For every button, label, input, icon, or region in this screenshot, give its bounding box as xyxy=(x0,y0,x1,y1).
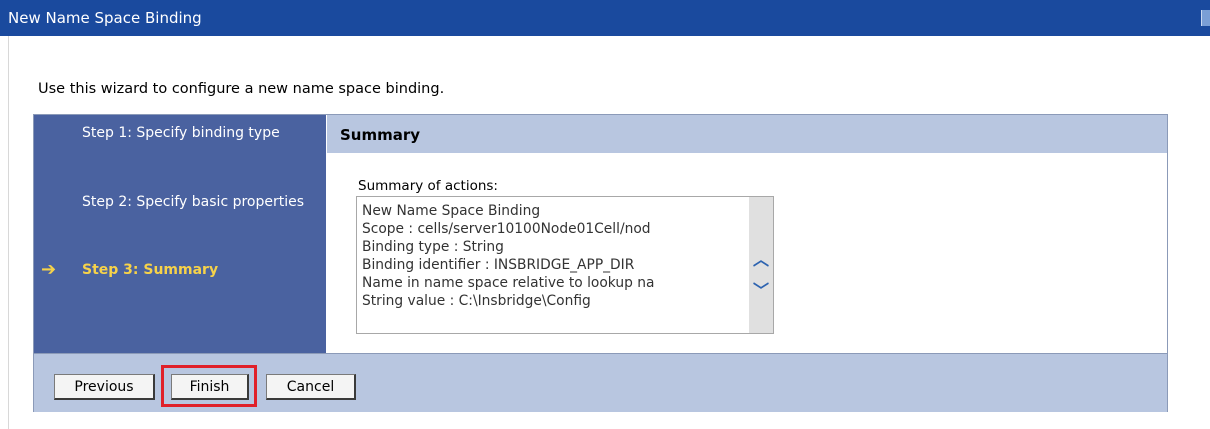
summary-line: Binding identifier : INSBRIDGE_APP_DIR xyxy=(362,257,635,273)
wizard-footer: Previous Finish Cancel xyxy=(34,353,1167,412)
summary-line: New Name Space Binding xyxy=(362,203,541,219)
window-control-icon[interactable] xyxy=(1201,10,1210,26)
summary-lines: New Name Space Binding Scope : cells/ser… xyxy=(362,202,747,310)
wizard-intro-text: Use this wizard to configure a new name … xyxy=(38,81,445,97)
chevron-up-icon[interactable]: ︿ xyxy=(751,252,771,268)
right-arrow-icon: ➔ xyxy=(41,259,57,280)
summary-label: Summary of actions: xyxy=(358,178,498,194)
summary-line: Name in name space relative to lookup na xyxy=(362,275,655,291)
left-divider xyxy=(8,36,9,429)
window-title: New Name Space Binding xyxy=(8,9,202,27)
finish-button[interactable]: Finish xyxy=(171,374,249,400)
cancel-button[interactable]: Cancel xyxy=(266,374,356,400)
summary-line: Binding type : String xyxy=(362,239,504,255)
panel-title: Summary xyxy=(327,115,1167,153)
step-2-link[interactable]: Step 2: Specify basic properties xyxy=(82,193,312,211)
summary-line: String value : C:\Insbridge\Config xyxy=(362,293,591,309)
previous-button[interactable]: Previous xyxy=(54,374,155,400)
wizard-steps-panel: Step 1: Specify binding type Step 2: Spe… xyxy=(34,115,326,353)
title-bar: New Name Space Binding xyxy=(0,0,1210,36)
wizard-container: Step 1: Specify binding type Step 2: Spe… xyxy=(33,114,1168,412)
step-1-link[interactable]: Step 1: Specify binding type xyxy=(82,124,312,142)
summary-scrollbar[interactable]: ︿ ﹀ xyxy=(749,197,773,333)
summary-textarea[interactable]: New Name Space Binding Scope : cells/ser… xyxy=(356,196,774,334)
step-3-current: Step 3: Summary xyxy=(82,262,219,278)
chevron-down-icon[interactable]: ﹀ xyxy=(751,283,771,299)
summary-line: Scope : cells/server10100Node01Cell/nod xyxy=(362,221,651,237)
